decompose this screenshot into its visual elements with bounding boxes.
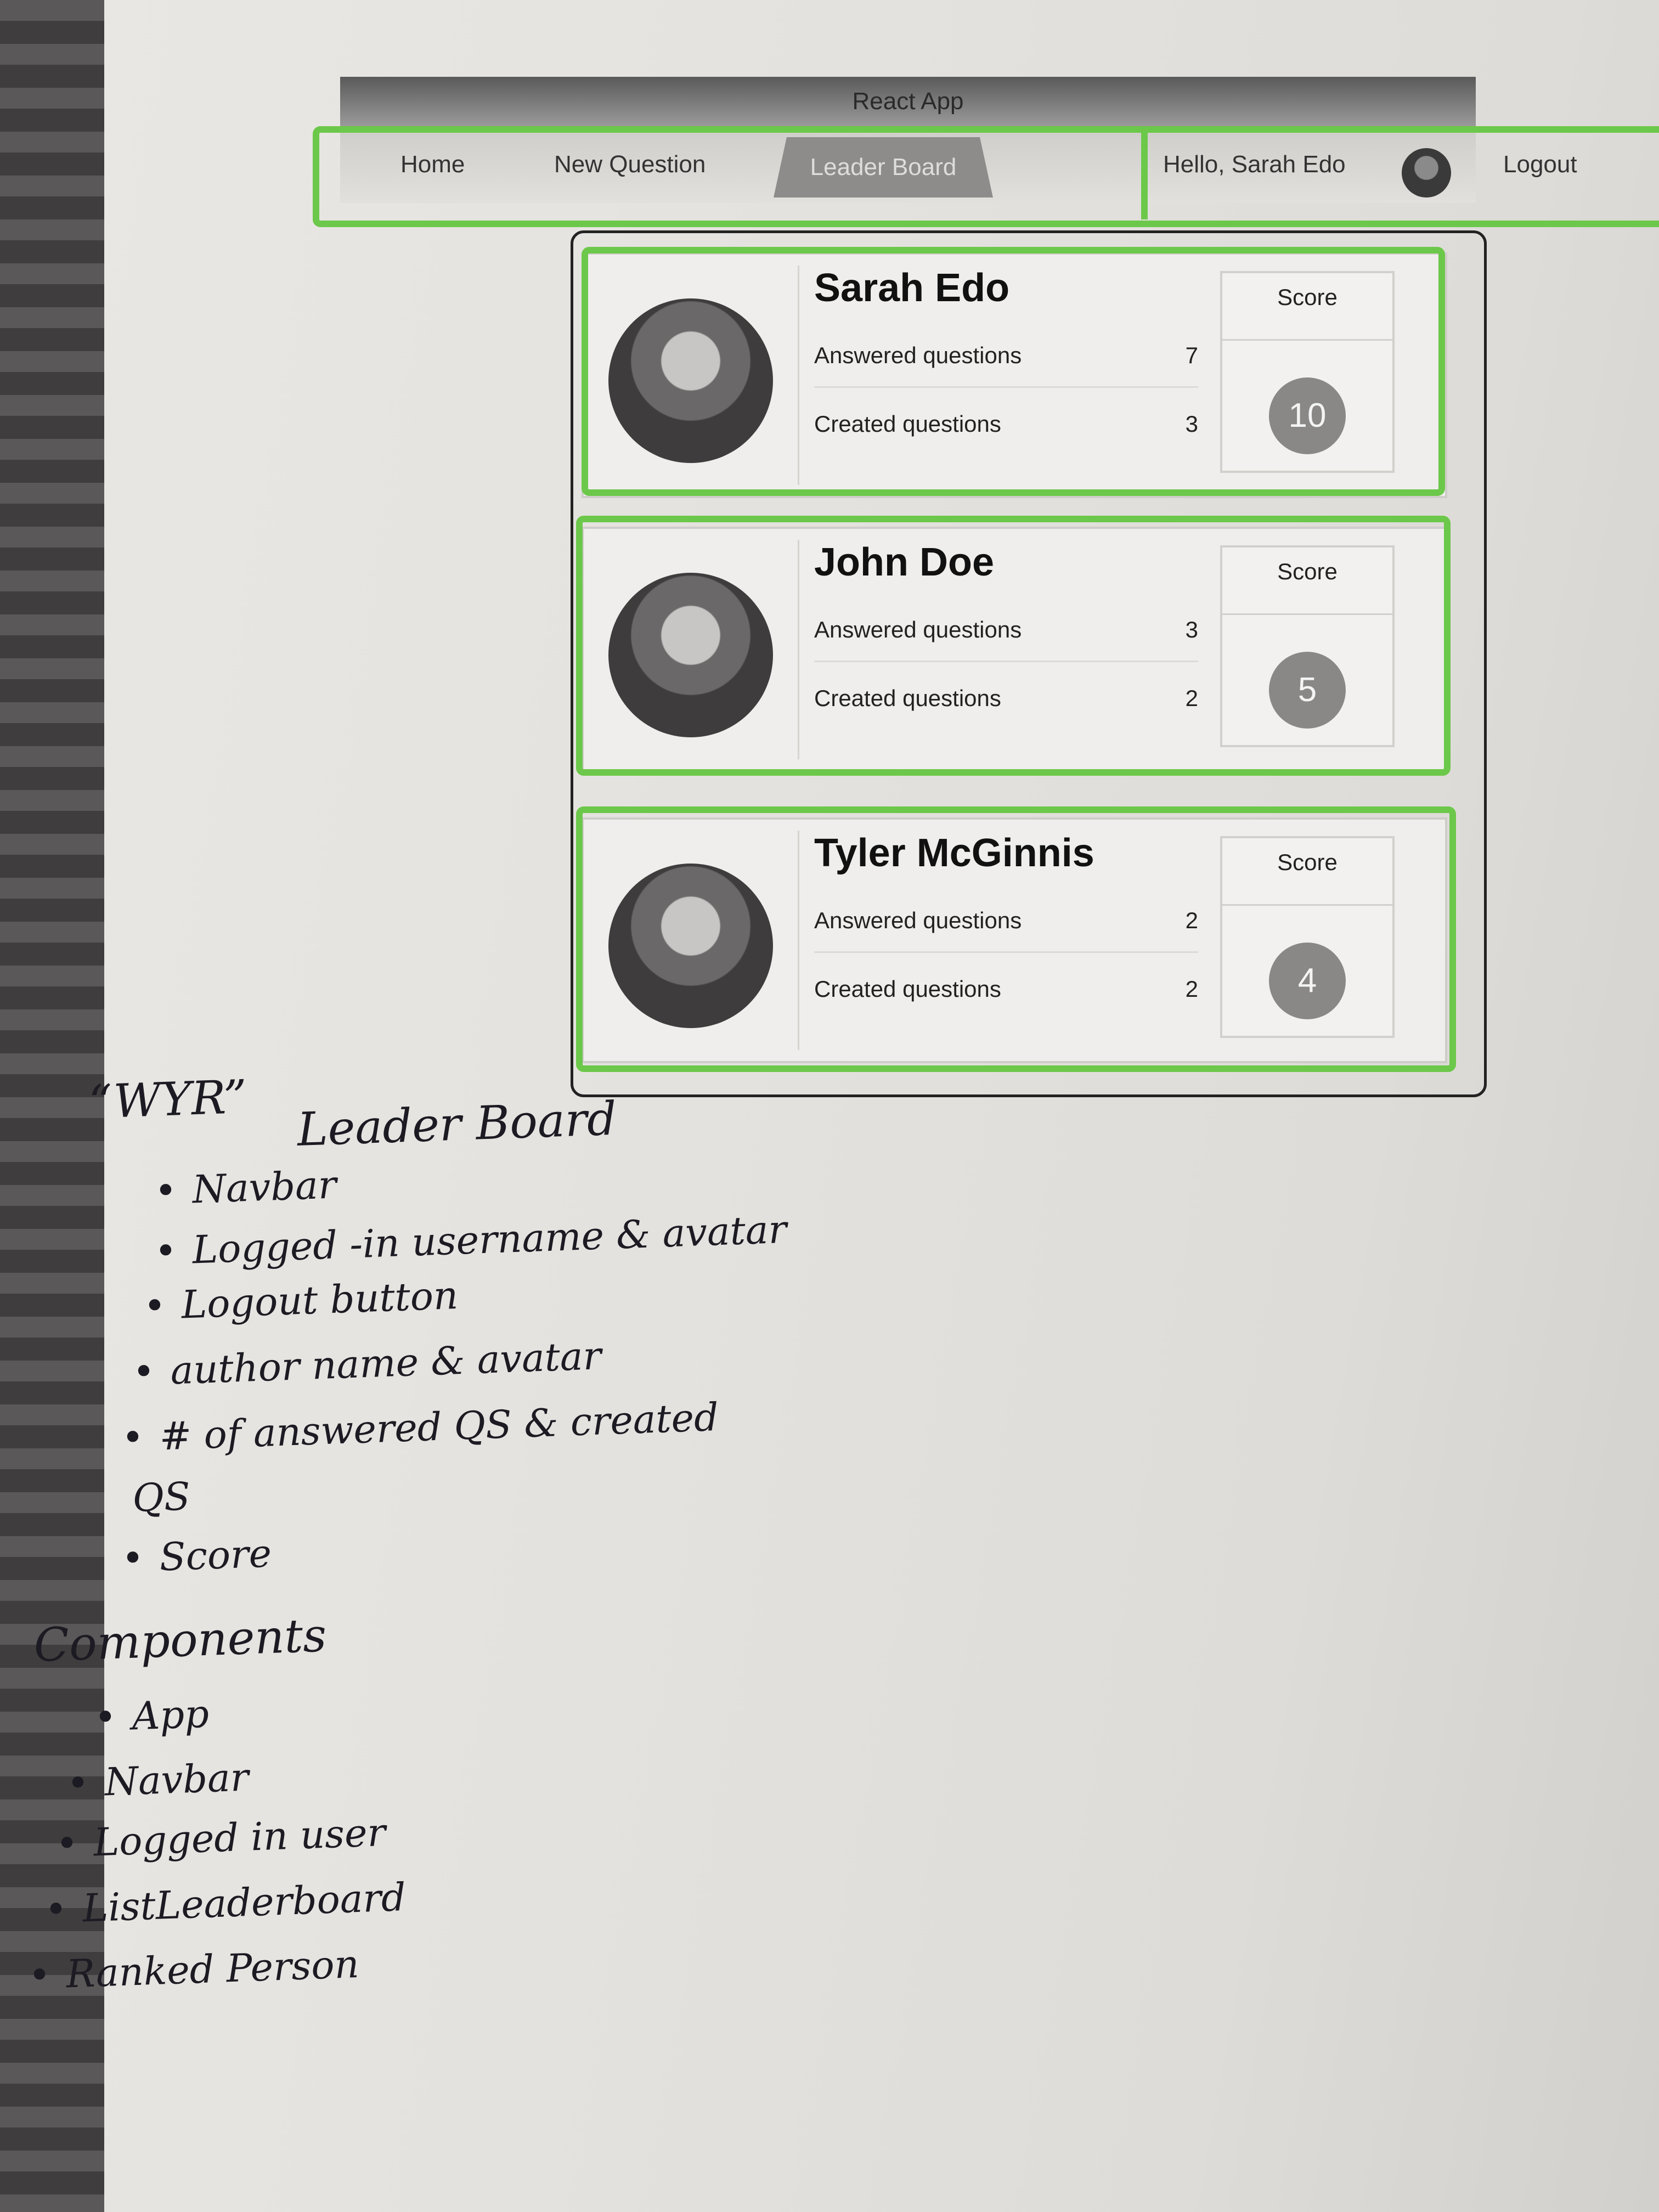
card-marker-outline — [576, 516, 1451, 776]
navbar-marker-divider — [1141, 132, 1148, 219]
note-feature: QS — [132, 1474, 191, 1521]
card-marker-outline — [576, 806, 1456, 1072]
note-feature: Score — [121, 1531, 272, 1581]
navbar-marker-outline — [313, 126, 1659, 227]
note-title-right: Leader Board — [296, 1091, 618, 1156]
card-marker-outline — [582, 247, 1445, 496]
note-feature: Navbar — [154, 1162, 337, 1214]
note-components-heading: Components — [33, 1608, 328, 1672]
note-component: Navbar — [66, 1754, 249, 1806]
note-title-left: “WYR” — [88, 1069, 248, 1129]
note-component: App — [93, 1691, 210, 1740]
window-title: React App — [340, 77, 1476, 126]
